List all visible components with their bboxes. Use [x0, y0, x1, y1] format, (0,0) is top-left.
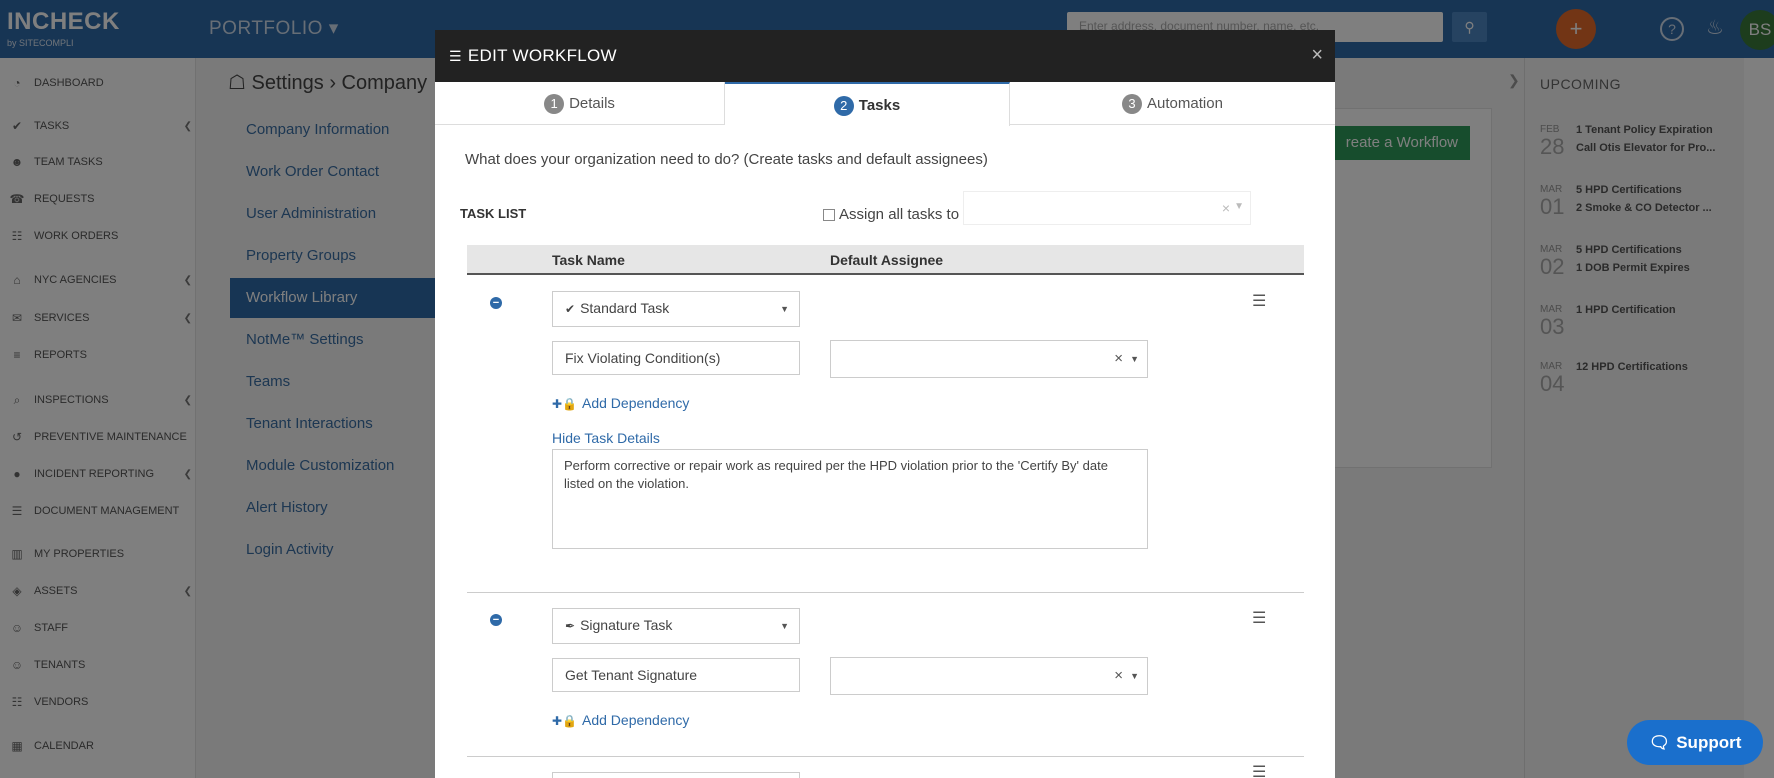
- close-icon[interactable]: ×: [1311, 44, 1323, 67]
- task-row: ☰: [467, 758, 1304, 778]
- clear-icon[interactable]: ×: [1222, 200, 1230, 216]
- check-circle-icon: ✔: [565, 302, 576, 316]
- task-name-input[interactable]: Get Tenant Signature: [552, 658, 800, 692]
- assign-all-checkbox-row[interactable]: Assign all tasks to: [823, 206, 959, 223]
- caret-down-icon: ▼: [1130, 354, 1139, 364]
- default-assignee-select[interactable]: × ▼: [830, 657, 1148, 695]
- task-row: − ☰ ✒ Signature Task ▼ Get Tenant Signatur…: [467, 594, 1304, 757]
- edit-workflow-modal: ☰ EDIT WORKFLOW × 1 Details 2 Tasks 3 Automa…: [435, 30, 1335, 778]
- clear-icon[interactable]: ×: [1114, 667, 1123, 684]
- signature-icon: ✒: [565, 619, 576, 633]
- chat-icon: 🗨: [1648, 733, 1671, 752]
- task-type-select[interactable]: [552, 772, 800, 778]
- assign-all-checkbox[interactable]: [823, 208, 835, 221]
- hide-task-details-link[interactable]: Hide Task Details: [552, 430, 660, 446]
- column-task-name: Task Name: [552, 252, 625, 268]
- task-list-label: TASK LIST: [460, 206, 527, 221]
- assign-all-select[interactable]: × ▼: [963, 191, 1251, 225]
- add-dependency-link[interactable]: ✚🔒 Add Dependency: [552, 712, 689, 728]
- task-row: − ☰ ✔ Standard Task ▼ Fix Violating Condit…: [467, 277, 1304, 593]
- remove-task-icon[interactable]: −: [490, 614, 502, 626]
- caret-down-icon: ▼: [780, 304, 789, 314]
- tasks-question: What does your organization need to do? …: [465, 151, 988, 168]
- list-icon: ☰: [449, 48, 462, 64]
- modal-tabs: 1 Details 2 Tasks 3 Automation: [435, 82, 1335, 126]
- add-dependency-link[interactable]: ✚🔒 Add Dependency: [552, 395, 689, 411]
- tab-details[interactable]: 1 Details: [435, 82, 725, 125]
- drag-handle-icon[interactable]: ☰: [1252, 291, 1266, 311]
- task-type-select[interactable]: ✒ Signature Task ▼: [552, 608, 800, 644]
- tab-tasks[interactable]: 2 Tasks: [725, 82, 1010, 126]
- drag-handle-icon[interactable]: ☰: [1252, 762, 1266, 778]
- task-table-header: Task Name Default Assignee: [467, 245, 1304, 275]
- tab-automation[interactable]: 3 Automation: [1010, 82, 1335, 125]
- column-default-assignee: Default Assignee: [830, 252, 944, 268]
- task-name-input[interactable]: Fix Violating Condition(s): [552, 341, 800, 375]
- support-button[interactable]: 🗨 Support: [1627, 720, 1763, 765]
- modal-title: ☰ EDIT WORKFLOW: [449, 46, 617, 65]
- caret-down-icon: ▼: [780, 621, 789, 631]
- drag-handle-icon[interactable]: ☰: [1252, 608, 1266, 628]
- clear-icon[interactable]: ×: [1114, 350, 1123, 367]
- caret-down-icon: ▼: [1234, 201, 1244, 212]
- caret-down-icon: ▼: [1130, 671, 1139, 681]
- plus-lock-icon: ✚🔒: [552, 397, 577, 411]
- default-assignee-select[interactable]: × ▼: [830, 340, 1148, 378]
- plus-lock-icon: ✚🔒: [552, 714, 577, 728]
- remove-task-icon[interactable]: −: [490, 297, 502, 309]
- task-type-select[interactable]: ✔ Standard Task ▼: [552, 291, 800, 327]
- task-description-textarea[interactable]: Perform corrective or repair work as req…: [552, 449, 1148, 549]
- modal-header: ☰ EDIT WORKFLOW ×: [435, 30, 1335, 82]
